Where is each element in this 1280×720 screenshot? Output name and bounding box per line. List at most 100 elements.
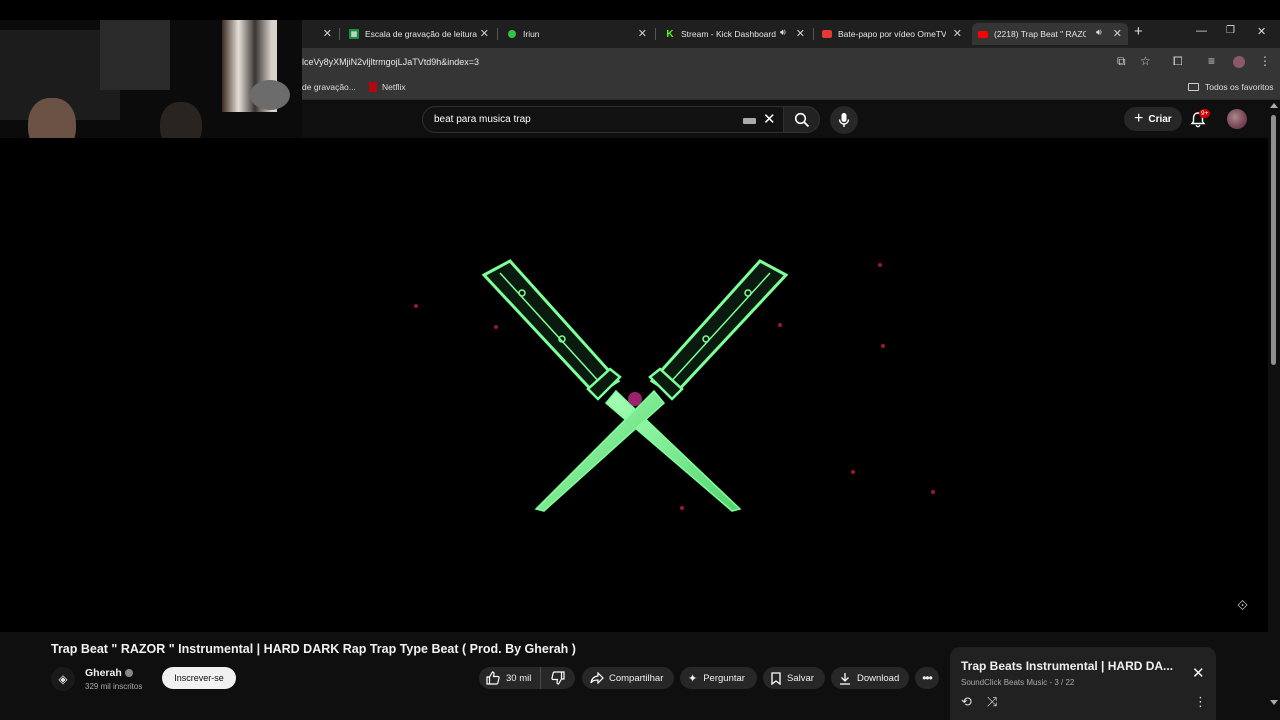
bookmark-icon [771,671,781,685]
tab-close-icon[interactable]: ✕ [953,27,962,40]
bookmark-label: de gravação... [302,82,356,92]
tab-close-icon[interactable]: ✕ [638,27,647,40]
crossed-knives-artwork [481,259,789,512]
video-player[interactable]: ⟐ [0,138,1268,632]
subscriber-count: 329 mil inscritos [85,682,143,691]
browser-tab-ometv[interactable]: Bate-papo por vídeo OmeTV – ✕ [816,23,968,45]
loop-icon[interactable]: ⟲ [961,694,972,710]
install-app-icon[interactable]: ⧉ [1117,54,1126,69]
search-button[interactable] [783,106,820,133]
channel-name-text: Gherah [85,667,122,679]
dislike-button[interactable] [541,667,575,689]
profile-avatar-icon[interactable] [1233,56,1245,68]
tab-close-icon[interactable]: ✕ [480,27,489,40]
knife-right [534,259,789,512]
subscribe-label: Inscrever-se [174,673,224,683]
download-label: Download [857,672,900,684]
search-input[interactable]: beat para musica trap ✕ [422,106,784,133]
tab-close-icon[interactable]: ✕ [323,27,332,40]
verified-icon [124,669,133,678]
kick-icon: K [666,28,674,40]
sparkle [881,344,885,348]
miniplayer-expand-icon[interactable]: ⟐ [1237,597,1248,614]
like-count: 30 mil [506,672,532,684]
channel-logo-icon: ◈ [58,672,68,686]
browser-tab-iriun[interactable]: Iriun ✕ [501,23,653,45]
folder-icon [1188,83,1199,91]
sparkle [878,263,882,267]
video-title: Trap Beat " RAZOR " Instrumental | HARD … [51,642,576,656]
search-icon [794,112,809,127]
playlist-title[interactable]: Trap Beats Instrumental | HARD DA... [961,659,1173,673]
browser-tab[interactable]: ✕ [302,23,338,45]
download-button[interactable]: Download [831,667,909,689]
new-tab-icon[interactable]: + [1134,23,1143,40]
shuffle-icon[interactable]: ⤨ [987,694,997,710]
speaker-icon[interactable]: 🔊︎ [780,27,786,38]
clear-search-icon[interactable]: ✕ [763,110,776,128]
like-button[interactable]: 30 mil [479,667,541,689]
url-text[interactable]: lceVy8yXMjiN2vljltrmgojLJaTVtd9h&index=3 [302,57,479,67]
subscribe-button[interactable]: Inscrever-se [162,667,236,689]
all-bookmarks[interactable]: Todos os favoritos [1188,82,1274,92]
tab-title: (2218) Trap Beat " RAZOR " [994,29,1086,39]
browser-tab-kick[interactable]: K Stream - Kick Dashboard 🔊︎ ✕ [659,23,811,45]
thumbs-down-icon [551,671,565,685]
tab-title: Stream - Kick Dashboard [681,29,776,39]
tab-close-icon[interactable]: ✕ [796,27,805,40]
channel-name[interactable]: Gherah [85,667,133,679]
close-playlist-icon[interactable]: ✕ [1192,664,1205,682]
sparkle [414,304,418,308]
speaker-icon[interactable]: 🔊︎ [1096,27,1102,38]
playlist-panel: Trap Beats Instrumental | HARD DA... Sou… [950,647,1216,720]
all-bookmarks-label: Todos os favoritos [1205,82,1274,92]
voice-search-button[interactable] [830,106,858,134]
tab-close-icon[interactable]: ✕ [1113,27,1122,40]
page-scrollbar[interactable] [1268,100,1280,720]
download-icon [840,672,850,685]
ask-button[interactable]: ✦ Perguntar [680,667,757,689]
plus-icon: + [1134,110,1144,127]
save-button[interactable]: Salvar [763,667,825,689]
save-label: Salvar [787,672,814,684]
tab-separator [497,28,498,40]
tab-separator [339,28,340,40]
window-close-icon[interactable]: ✕ [1257,25,1266,38]
center-glow [628,392,642,406]
browser-menu-icon[interactable]: ⋮ [1259,54,1271,68]
minimize-icon[interactable]: — [1196,25,1207,37]
sheets-icon: ▦ [349,29,359,39]
ometv-icon [822,29,832,39]
more-horizontal-icon: ••• [922,671,933,685]
netflix-icon [369,82,377,92]
bookmark-item[interactable]: de gravação... [302,82,356,92]
create-button[interactable]: + Criar [1124,107,1182,131]
tab-title: Escala de gravação de leitura d [365,29,477,39]
share-button[interactable]: Compartilhar [582,667,674,689]
playlist-menu-icon[interactable]: ⋮ [1194,694,1207,710]
more-actions-button[interactable]: ••• [915,667,939,689]
bookmark-netflix[interactable]: Netflix [369,82,406,92]
media-controls-icon[interactable]: ≡ [1208,54,1215,68]
scroll-down-icon[interactable] [1270,700,1278,705]
share-icon [590,672,604,684]
browser-tab-youtube-active[interactable]: (2218) Trap Beat " RAZOR " 🔊︎ ✕ [972,23,1128,45]
channel-avatar[interactable]: ◈ [51,667,75,691]
maximize-icon[interactable]: ❐ [1226,25,1235,36]
tab-title: Iriun [523,29,540,39]
browser-tab-sheets[interactable]: ▦ Escala de gravação de leitura d ✕ [343,23,495,45]
knife-left [481,259,742,512]
microphone-icon [838,113,850,127]
extensions-icon[interactable]: ⧠ [1173,54,1183,69]
notification-badge: 9+ [1199,109,1211,118]
search-input-value: beat para musica trap [434,114,531,125]
scrollbar-thumb[interactable] [1271,115,1276,365]
sparkle [851,470,855,474]
keyboard-icon[interactable] [743,118,756,124]
share-label: Compartilhar [609,672,664,684]
bookmark-star-icon[interactable]: ☆ [1140,54,1151,68]
scroll-up-icon[interactable] [1270,103,1278,108]
sparkle [931,490,935,494]
youtube-icon [978,29,988,39]
account-avatar[interactable] [1227,109,1247,129]
